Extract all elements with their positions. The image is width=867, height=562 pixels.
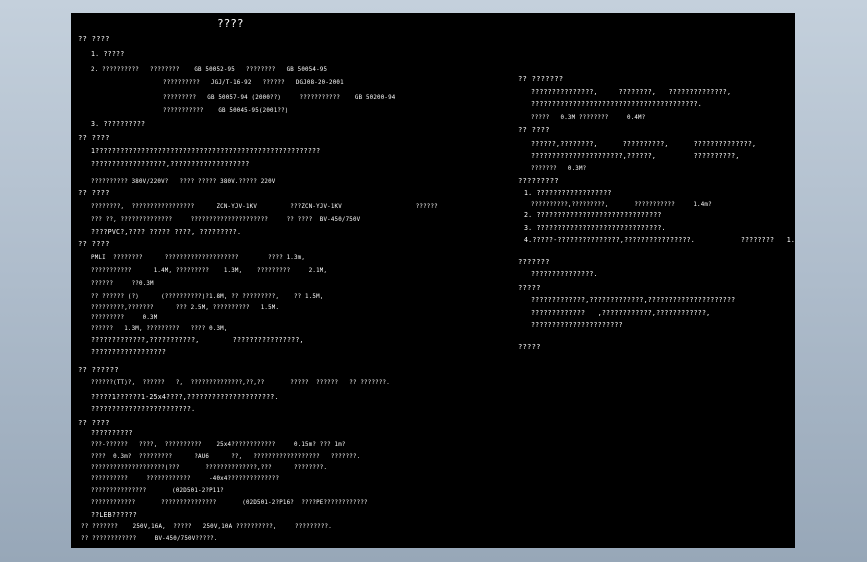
text-line: ??????????,?????????, ??????????? 1.4m? — [531, 202, 712, 208]
text-line: ???????????????. — [531, 270, 598, 278]
text-line: ?????????? 380V/220V? ???? ????? 380V.??… — [91, 179, 276, 185]
text-line: ??????????? 1.4M, ????????? 1.3M, ??????… — [91, 268, 328, 274]
text-line: ?? ?????? (?) (??????????)?1.8M, ?? ????… — [91, 294, 324, 300]
section-heading: ?? ?????? — [78, 365, 119, 374]
section-heading: ????????? — [518, 176, 559, 185]
section-heading: ?? ???? — [78, 133, 110, 142]
text-line: 1. ?????????????????? — [524, 189, 612, 197]
text-line: ?? ???????????? BV-450/750V?????. — [81, 536, 218, 542]
text-line: ??????? 0.3M? — [531, 166, 587, 172]
text-line: ?????????????,?????????????,????????????… — [531, 296, 736, 304]
text-line: 3. ??????????????????????????????. — [524, 224, 666, 232]
text-line: ????????????????????????. — [91, 405, 196, 413]
text-line: 2. ?????????????????????????????? — [524, 211, 662, 219]
text-line: ??? ??, ?????????????? ?????????????????… — [91, 217, 361, 223]
text-line: ?????????? ???????????? -40x4???????????… — [91, 476, 280, 482]
section-heading: ????? — [518, 342, 541, 351]
text-line: ?????? ??0.3M — [91, 281, 154, 287]
text-line: 1. ????? — [91, 50, 125, 58]
text-line: ?????????? — [91, 429, 133, 437]
section-heading: ?? ??????? — [518, 74, 564, 83]
drawing-title: ???? — [217, 17, 244, 30]
section-heading: ?? ???? — [78, 188, 110, 197]
text-line: ?????? 1.3M, ????????? ???? 0.3M, — [91, 326, 228, 332]
text-line: 1???????????????????????????????????????… — [91, 147, 321, 155]
text-line: ?????????? JGJ/T-16-92 ?????? DGJ08-20-2… — [163, 80, 344, 86]
text-line: ??????????????? (02D501-2?P11? — [91, 488, 224, 494]
text-line: PMLI ???????? ???????????????????? ???? … — [91, 255, 306, 261]
section-heading: ?? ???? — [518, 125, 550, 134]
text-line: ????????????????????????????????????????… — [531, 100, 702, 108]
text-line: ????????????? ,????????????,????????????… — [531, 309, 711, 317]
text-line: ????????? 0.3M — [91, 315, 158, 321]
text-line: ??????,????????, ??????????, ???????????… — [531, 140, 757, 148]
section-heading: ????? — [518, 283, 541, 292]
text-line: ?????????,??????? ??? 2.5M, ?????????? 1… — [91, 305, 280, 311]
text-line: ?????1??????1-25x4????,?????????????????… — [91, 393, 279, 401]
text-line: ???? 0.3m? ????????? ?AU6 ??, ??????????… — [91, 454, 361, 460]
text-line: 3. ?????????? — [91, 120, 146, 128]
text-line: ??LEB?????? — [91, 511, 137, 519]
text-line: 4.?????-???????????????,????????????????… — [524, 236, 795, 244]
text-line: ????????????????????(??? ??????????????,… — [91, 465, 328, 471]
section-heading: ?? ???? — [78, 239, 110, 248]
text-line: ????PVC?,???? ????? ????, ?????????. — [91, 228, 242, 236]
section-heading: ??????? — [518, 257, 550, 266]
text-line: ??????????????????????,??????, ?????????… — [531, 152, 740, 160]
text-line: ????????, ????????????????? ZCN-YJV-1KV … — [91, 204, 438, 210]
text-line: ??????????????????,??????????????????? — [91, 160, 250, 168]
text-line: ????????? GB 50057-94 (2000??) ?????????… — [163, 95, 396, 101]
text-line: ???????????????, ????????, ?????????????… — [531, 88, 732, 96]
text-line: ???????????? ??????????????? (02D501-2?P… — [91, 500, 368, 506]
text-line: ?????????????,???????????, ?????????????… — [91, 336, 304, 344]
text-line: ?? ??????? 250V,16A, ????? 250V,10A ????… — [81, 524, 332, 530]
drawing-sheet[interactable]: ???? ?? ???? 1. ????? 2. ?????????? ????… — [71, 13, 795, 548]
text-line: ?????????????????????? — [531, 321, 623, 329]
text-line: ??????(TT)?, ?????? ?, ??????????????,??… — [91, 380, 390, 386]
text-line: ???-?????? ????, ?????????? 25x4????????… — [91, 442, 346, 448]
text-line: ?????????????????? — [91, 348, 167, 356]
section-heading: ?? ???? — [78, 418, 110, 427]
text-line: ????? 0.3M ???????? 0.4M? — [531, 115, 646, 121]
text-line: 2. ?????????? ???????? GB 50052-95 ?????… — [91, 67, 328, 73]
section-heading: ?? ???? — [78, 34, 110, 43]
text-line: ??????????? GB 50045-95(2001??) — [163, 108, 289, 114]
